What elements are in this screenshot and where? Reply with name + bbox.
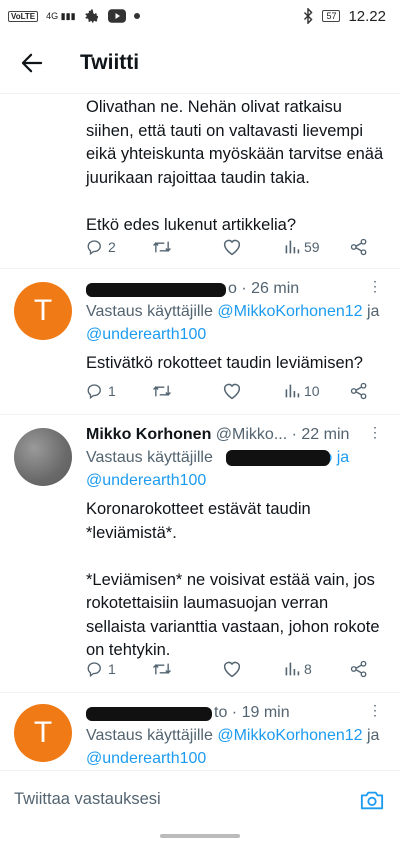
timestamp: · 19 min	[231, 704, 290, 721]
like-button[interactable]	[222, 660, 284, 678]
heart-icon	[223, 239, 241, 256]
bar-chart-icon	[285, 662, 300, 676]
tweet-meta: to · 19 min	[86, 702, 386, 724]
tweet-actions: 2 59	[86, 234, 386, 260]
retweet-button[interactable]	[152, 382, 222, 400]
tweet-text: Olivathan ne. Nehän olivat ratkaisu siih…	[86, 98, 384, 234]
redacted-name	[86, 283, 226, 297]
top-bar: Twiitti	[0, 32, 400, 94]
retweet-button[interactable]	[152, 660, 222, 678]
handle: to	[214, 704, 228, 721]
reply-context: Vastaus käyttäjille @MikkoKorhonen12 ja …	[86, 303, 380, 343]
view-count: 8	[304, 661, 312, 677]
reply-count: 1	[108, 661, 116, 677]
bar-chart-icon	[285, 384, 300, 398]
reply-count: 2	[108, 239, 116, 255]
reply-icon	[87, 240, 101, 256]
redacted-name	[86, 707, 212, 721]
display-name[interactable]: Mikko Korhonen	[86, 426, 211, 443]
tweet-actions: 1 10	[86, 378, 386, 404]
retweet-icon	[153, 663, 171, 675]
handle: o	[228, 280, 237, 297]
reply-tweet[interactable]: T to · 19 min Vastaus käyttäjille @Mikko…	[0, 692, 400, 770]
share-icon	[350, 382, 367, 400]
share-icon	[350, 660, 367, 678]
battery-icon: 57	[322, 10, 341, 22]
reply-input[interactable]: Twiittaa vastauksesi	[14, 790, 161, 809]
reply-context: Vastaus käyttäjille o ja @underearth100	[86, 449, 350, 489]
share-button[interactable]	[350, 238, 368, 256]
reply-tweet[interactable]: T o · 26 min Vastaus käyttäjille @MikkoK…	[0, 268, 400, 415]
share-button[interactable]	[350, 382, 368, 400]
views-button[interactable]: 59	[284, 239, 350, 255]
reply-icon	[87, 662, 101, 678]
handle: @Mikko...	[215, 426, 288, 443]
youtube-icon	[107, 9, 126, 23]
reply-count: 1	[108, 383, 116, 399]
reply-context: Vastaus käyttäjille @MikkoKorhonen12 ja …	[86, 727, 380, 767]
tweet-main-continued[interactable]: Olivathan ne. Nehän olivat ratkaisu siih…	[0, 94, 400, 269]
heart-icon	[223, 383, 241, 400]
tweet-text: Estivätkö rokotteet taudin leviämisen?	[86, 354, 363, 372]
share-button[interactable]	[350, 660, 368, 678]
home-indicator	[160, 834, 240, 838]
avatar[interactable]: T	[14, 704, 72, 762]
heart-icon	[223, 661, 241, 678]
reply-button[interactable]: 1	[86, 660, 152, 678]
view-count: 59	[304, 239, 320, 255]
views-button[interactable]: 10	[284, 383, 350, 399]
mention-link[interactable]: @MikkoKorhonen12	[217, 303, 362, 320]
tweet-meta: o · 26 min	[86, 278, 386, 300]
mention-link[interactable]: @underearth100	[86, 326, 206, 343]
dot-icon	[133, 13, 140, 19]
share-icon	[350, 238, 367, 256]
avatar[interactable]: T	[14, 282, 72, 340]
mention-link[interactable]: @underearth100	[86, 750, 206, 767]
tweet-text: Koronarokotteet estävät taudin *leviämis…	[86, 500, 380, 659]
more-options-icon[interactable]: ⋮	[368, 278, 382, 295]
bluetooth-icon	[302, 8, 314, 24]
retweet-icon	[153, 241, 171, 253]
view-count: 10	[304, 383, 320, 399]
like-button[interactable]	[222, 382, 284, 400]
reply-button[interactable]: 1	[86, 382, 152, 400]
camera-button[interactable]	[360, 789, 384, 811]
views-button[interactable]: 8	[284, 661, 350, 677]
page-title: Twiitti	[80, 50, 140, 74]
avatar[interactable]	[14, 428, 72, 486]
timestamp: · 22 min	[291, 426, 350, 443]
tweet-actions: 1 8	[86, 656, 386, 682]
reply-button[interactable]: 2	[86, 238, 152, 256]
volte-indicator: VoLTE	[8, 10, 39, 22]
bar-chart-icon	[285, 240, 300, 254]
status-bar: VoLTE 4G ▮▮▮ 57 12.22	[0, 0, 400, 32]
retweet-button[interactable]	[152, 238, 222, 256]
signal-indicator: 4G ▮▮▮	[46, 10, 76, 21]
retweet-icon	[153, 385, 171, 397]
camera-icon	[360, 791, 384, 809]
redacted-mention	[226, 450, 330, 466]
arrow-left-icon	[21, 53, 43, 72]
like-button[interactable]	[222, 238, 284, 256]
tweet-meta: Mikko Korhonen @Mikko... · 22 min	[86, 424, 386, 446]
more-options-icon[interactable]: ⋮	[368, 424, 382, 441]
mention-link[interactable]: @underearth100	[86, 472, 206, 489]
clock: 12.22	[348, 7, 386, 25]
settings-icon	[84, 8, 100, 24]
back-button[interactable]	[0, 32, 64, 94]
reply-composer: Twiittaa vastauksesi	[0, 770, 400, 828]
reply-icon	[87, 384, 101, 400]
reply-tweet[interactable]: Mikko Korhonen @Mikko... · 22 min Vastau…	[0, 414, 400, 693]
more-options-icon[interactable]: ⋮	[368, 702, 382, 719]
timestamp: · 26 min	[241, 280, 300, 297]
mention-link[interactable]: @MikkoKorhonen12	[217, 727, 362, 744]
